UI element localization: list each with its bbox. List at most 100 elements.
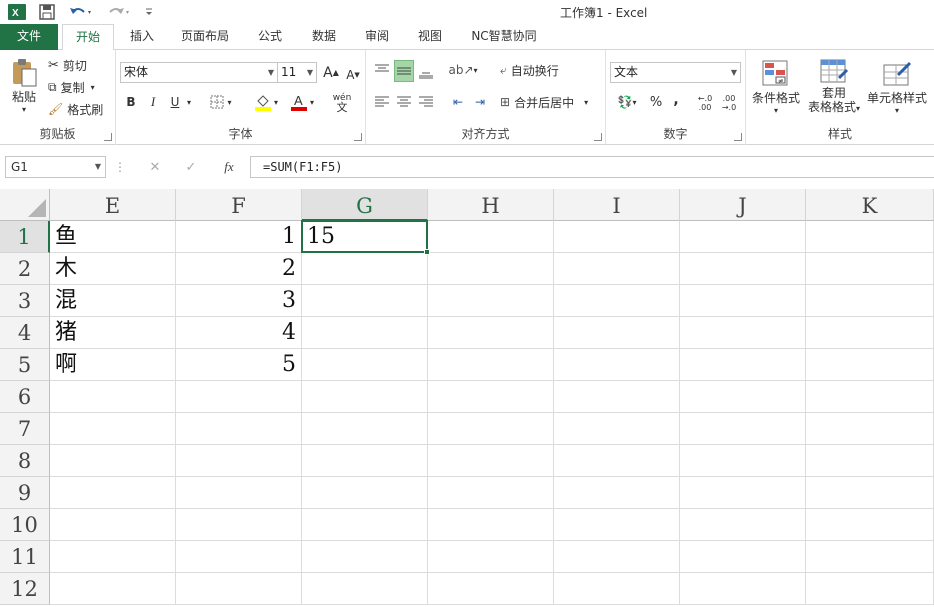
conditional-format-button[interactable]: ≠ 条件格式 ▾: [748, 54, 804, 120]
format-painter-button[interactable]: 🖌 格式刷: [48, 100, 103, 118]
cell-h9[interactable]: [428, 477, 554, 509]
fill-handle[interactable]: [424, 249, 430, 255]
cell-f7[interactable]: [176, 413, 302, 445]
row-header-6[interactable]: 6: [0, 381, 50, 413]
italic-button[interactable]: I: [144, 92, 162, 112]
cell-g11[interactable]: [302, 541, 428, 573]
cell-e3[interactable]: 混: [50, 285, 176, 317]
cell-h3[interactable]: [428, 285, 554, 317]
cell-k3[interactable]: [806, 285, 934, 317]
row-header-7[interactable]: 7: [0, 413, 50, 445]
phonetic-button[interactable]: wén 文: [326, 90, 358, 116]
cell-k11[interactable]: [806, 541, 934, 573]
borders-button[interactable]: ▾: [206, 92, 236, 112]
tab-formulas[interactable]: 公式: [248, 24, 292, 50]
cell-i5[interactable]: [554, 349, 680, 381]
cell-e9[interactable]: [50, 477, 176, 509]
cell-i8[interactable]: [554, 445, 680, 477]
column-header-e[interactable]: E: [50, 189, 176, 221]
cell-f5[interactable]: 5: [176, 349, 302, 381]
row-header-5[interactable]: 5: [0, 349, 50, 381]
font-color-button[interactable]: A ▾: [286, 92, 318, 112]
cell-j8[interactable]: [680, 445, 806, 477]
align-left-button[interactable]: [372, 92, 392, 112]
decrease-indent-button[interactable]: ⇤: [448, 92, 468, 112]
align-center-button[interactable]: [394, 92, 414, 112]
cell-g1[interactable]: 15: [302, 221, 428, 253]
cell-k6[interactable]: [806, 381, 934, 413]
cell-j2[interactable]: [680, 253, 806, 285]
cell-e4[interactable]: 猪: [50, 317, 176, 349]
cell-j11[interactable]: [680, 541, 806, 573]
cell-g3[interactable]: [302, 285, 428, 317]
tab-data[interactable]: 数据: [302, 24, 346, 50]
cell-g8[interactable]: [302, 445, 428, 477]
cell-f8[interactable]: [176, 445, 302, 477]
cell-g7[interactable]: [302, 413, 428, 445]
cell-e1[interactable]: 鱼: [50, 221, 176, 253]
cell-k2[interactable]: [806, 253, 934, 285]
cell-h7[interactable]: [428, 413, 554, 445]
align-top-button[interactable]: [372, 60, 392, 80]
cell-f10[interactable]: [176, 509, 302, 541]
cell-j12[interactable]: [680, 573, 806, 605]
cell-i9[interactable]: [554, 477, 680, 509]
row-header-3[interactable]: 3: [0, 285, 50, 317]
cell-f11[interactable]: [176, 541, 302, 573]
cell-e8[interactable]: [50, 445, 176, 477]
cell-e7[interactable]: [50, 413, 176, 445]
cell-j3[interactable]: [680, 285, 806, 317]
row-header-8[interactable]: 8: [0, 445, 50, 477]
cell-g12[interactable]: [302, 573, 428, 605]
cell-h11[interactable]: [428, 541, 554, 573]
tab-page-layout[interactable]: 页面布局: [172, 24, 238, 50]
column-header-h[interactable]: H: [428, 189, 554, 221]
cell-i11[interactable]: [554, 541, 680, 573]
formula-input[interactable]: =SUM(F1:F5): [250, 156, 934, 178]
column-header-j[interactable]: J: [680, 189, 806, 221]
font-size-select[interactable]: 11 ▼: [277, 62, 317, 83]
row-header-10[interactable]: 10: [0, 509, 50, 541]
cell-j6[interactable]: [680, 381, 806, 413]
cell-h12[interactable]: [428, 573, 554, 605]
cell-h5[interactable]: [428, 349, 554, 381]
cell-f2[interactable]: 2: [176, 253, 302, 285]
cell-i12[interactable]: [554, 573, 680, 605]
cell-f6[interactable]: [176, 381, 302, 413]
cell-k10[interactable]: [806, 509, 934, 541]
number-launcher-icon[interactable]: [734, 133, 742, 141]
cell-styles-button[interactable]: 单元格样式 ▾: [864, 54, 930, 120]
align-right-button[interactable]: [416, 92, 436, 112]
grow-font-button[interactable]: A ▲: [322, 62, 340, 83]
cell-e6[interactable]: [50, 381, 176, 413]
cell-i3[interactable]: [554, 285, 680, 317]
accounting-format-button[interactable]: 💱 ▾: [612, 92, 642, 112]
copy-button[interactable]: ⧉ 复制 ▾: [48, 78, 95, 96]
cell-f4[interactable]: 4: [176, 317, 302, 349]
align-bottom-button[interactable]: [416, 62, 436, 82]
cell-g6[interactable]: [302, 381, 428, 413]
tab-insert[interactable]: 插入: [120, 24, 164, 50]
tab-nc-collab[interactable]: NC智慧协同: [462, 24, 546, 50]
tab-review[interactable]: 审阅: [355, 24, 399, 50]
cell-j7[interactable]: [680, 413, 806, 445]
alignment-launcher-icon[interactable]: [594, 133, 602, 141]
paste-button[interactable]: 粘贴 ▾: [6, 56, 42, 116]
cut-button[interactable]: ✂ 剪切: [48, 56, 87, 74]
underline-dropdown-icon[interactable]: ▾: [184, 92, 194, 112]
cell-i7[interactable]: [554, 413, 680, 445]
row-header-9[interactable]: 9: [0, 477, 50, 509]
insert-function-icon[interactable]: fx: [212, 156, 246, 178]
percent-button[interactable]: %: [646, 92, 666, 112]
clipboard-launcher-icon[interactable]: [104, 133, 112, 141]
merge-center-button[interactable]: ⊞ 合并后居中 ▾: [500, 92, 588, 112]
cell-i6[interactable]: [554, 381, 680, 413]
enter-icon[interactable]: ✓: [174, 156, 208, 178]
font-launcher-icon[interactable]: [354, 133, 362, 141]
increase-decimal-button[interactable]: ←.0 .00: [694, 92, 716, 114]
cell-k8[interactable]: [806, 445, 934, 477]
wrap-text-button[interactable]: ⤶ 自动换行: [500, 60, 559, 80]
select-all-corner[interactable]: [0, 189, 50, 221]
font-name-select[interactable]: 宋体 ▼: [120, 62, 278, 83]
align-middle-button[interactable]: [394, 60, 414, 82]
